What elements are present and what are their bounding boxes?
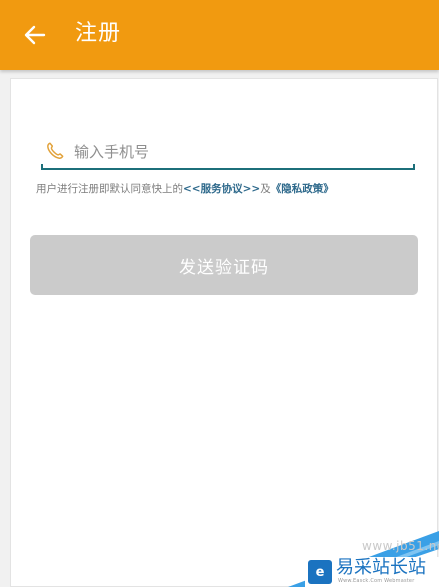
privacy-policy-link[interactable]: 《隐私政策》 [271, 183, 334, 195]
send-code-button[interactable]: 发送验证码 [30, 235, 418, 295]
watermark-name: 易采站长站 [336, 557, 426, 578]
register-form: 用户进行注册即默认同意快上的<<服务协议>>及《隐私政策》 发送验证码 [10, 78, 438, 587]
phone-icon [47, 142, 64, 159]
watermark-url: www.jb51.net [362, 539, 439, 553]
watermark: www.jb51.net e 易采站长站 Www.Easck.Com Webma… [288, 519, 439, 587]
arrow-left-icon [24, 25, 46, 45]
agreement-text: 用户进行注册即默认同意快上的<<服务协议>>及《隐私政策》 [36, 181, 426, 197]
watermark-sub: Www.Easck.Com Webmaster [338, 578, 415, 584]
phone-input[interactable] [74, 139, 404, 165]
back-button[interactable] [18, 19, 52, 51]
phone-underline [41, 164, 415, 170]
app-bar: 注册 [0, 0, 439, 70]
agreement-prefix: 用户进行注册即默认同意快上的 [36, 183, 183, 195]
watermark-logo-icon: e [308, 560, 332, 584]
phone-field[interactable] [41, 135, 415, 171]
agreement-join: 及 [260, 183, 271, 195]
watermark-badge: e 易采站长站 Www.Easck.Com Webmaster [305, 557, 439, 587]
page-title: 注册 [75, 21, 122, 46]
service-agreement-link[interactable]: <<服务协议>> [183, 183, 260, 195]
